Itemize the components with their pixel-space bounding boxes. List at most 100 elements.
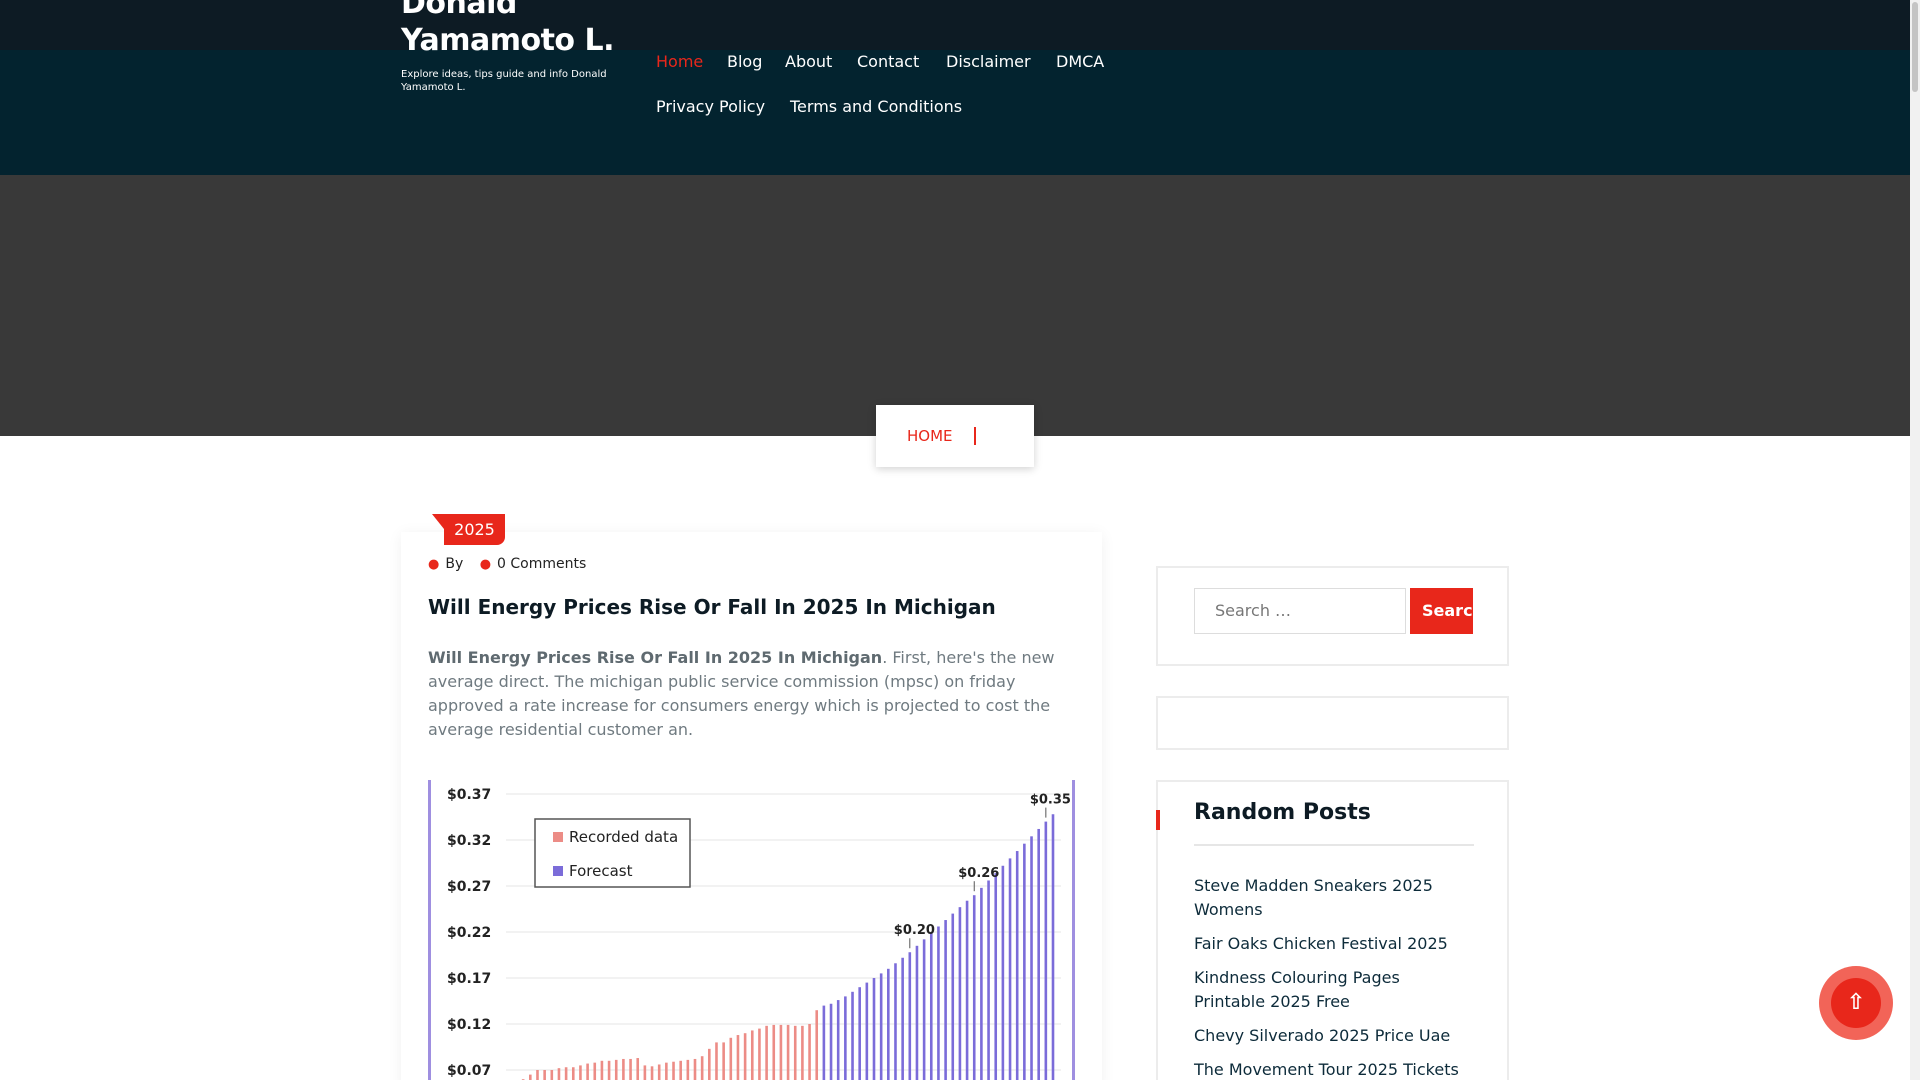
chart-bar-forecast	[915, 945, 919, 1080]
chart-bar-recorded	[579, 1065, 582, 1080]
chart-bar-recorded	[550, 1070, 554, 1080]
chart-bar-recorded	[643, 1065, 647, 1080]
chart-bar-recorded	[586, 1063, 589, 1080]
chart-bar-recorded	[786, 1024, 790, 1080]
chart-bar-forecast	[1023, 843, 1026, 1080]
post-excerpt: Will Energy Prices Rise Or Fall In 2025 …	[428, 646, 1088, 742]
chart-legend-label: Forecast	[569, 862, 633, 880]
chart-bar-recorded	[722, 1042, 725, 1080]
chart-bar-forecast	[994, 873, 998, 1080]
breadcrumb: HOME	[876, 405, 1034, 467]
chart-bar-recorded	[636, 1058, 640, 1080]
chart-bar-forecast	[872, 978, 876, 1080]
random-posts-list: Steve Madden Sneakers 2025 Womens Fair O…	[1194, 874, 1474, 1080]
chart-bar-forecast	[836, 1000, 840, 1080]
chart-bar-forecast	[958, 907, 962, 1080]
nav-terms[interactable]: Terms and Conditions	[790, 97, 962, 116]
chart-bar-recorded	[564, 1067, 568, 1080]
chart-bar-forecast	[851, 991, 854, 1080]
chart-bar-forecast	[1051, 814, 1055, 1080]
chart-bar-recorded	[650, 1066, 654, 1080]
breadcrumb-separator	[974, 427, 976, 445]
chart-bar-forecast	[922, 939, 926, 1080]
chart-bar-recorded	[815, 1010, 819, 1080]
chart-bar-forecast	[1044, 821, 1048, 1080]
chart-bar-recorded	[700, 1056, 704, 1080]
energy-price-chart: $0.37 $0.32 $0.27 $0.22 $0.17 $0.12 $0.07 $0.20…	[447, 787, 1071, 1080]
chart-legend-swatch	[553, 832, 563, 842]
nav-home[interactable]: Home	[656, 52, 703, 71]
chart-bar-forecast	[858, 987, 861, 1080]
chart-bar-forecast	[1008, 858, 1012, 1080]
chart-y-tick-label: $0.17	[447, 971, 491, 987]
chart-bar-forecast	[929, 932, 933, 1080]
chart-bar-forecast	[972, 895, 976, 1080]
nav-privacy-policy[interactable]: Privacy Policy	[656, 97, 765, 116]
chart-bar-recorded	[801, 1025, 804, 1080]
chart-bar-recorded	[614, 1059, 618, 1080]
nav-disclaimer[interactable]: Disclaimer	[946, 52, 1031, 71]
chart-bar-recorded	[529, 1074, 532, 1080]
empty-widget	[1156, 696, 1509, 750]
random-post-link[interactable]: Steve Madden Sneakers 2025 Womens	[1194, 874, 1474, 922]
widget-accent	[1156, 810, 1160, 830]
back-to-top-button[interactable]: ⇧	[1819, 966, 1893, 1040]
scrollbar[interactable]	[1910, 0, 1920, 1080]
post-title[interactable]: Will Energy Prices Rise Or Fall In 2025 …	[428, 595, 1088, 619]
random-posts-widget: Random Posts Steve Madden Sneakers 2025 …	[1156, 780, 1509, 1080]
chart-bar-recorded	[600, 1060, 604, 1080]
arrow-up-icon: ⇧	[1831, 978, 1881, 1028]
random-post-link[interactable]: Fair Oaks Chicken Festival 2025	[1194, 932, 1474, 956]
chart-bar-forecast	[901, 957, 904, 1080]
chart-bar-recorded	[557, 1068, 561, 1080]
chart-bar-recorded	[693, 1058, 697, 1080]
random-post-link[interactable]: Chevy Silverado 2025 Price Uae	[1194, 1024, 1474, 1048]
chart-bar-forecast	[822, 1005, 826, 1080]
page-banner	[0, 175, 1910, 436]
chart-bar-forecast	[1001, 865, 1005, 1080]
nav-about[interactable]: About	[785, 52, 832, 71]
search-button[interactable]: Search	[1410, 588, 1473, 634]
chart-bar-forecast	[951, 913, 955, 1080]
chart-y-tick-label: $0.37	[447, 787, 491, 803]
nav-contact[interactable]: Contact	[857, 52, 919, 71]
site-title[interactable]: Donald Yamamoto L.	[401, 0, 661, 59]
chart-bar-forecast	[1030, 836, 1033, 1080]
search-input[interactable]: Search …	[1194, 588, 1406, 634]
breadcrumb-home[interactable]: HOME	[907, 427, 953, 445]
nav-dmca[interactable]: DMCA	[1056, 52, 1104, 71]
chart-bar-forecast	[879, 973, 883, 1080]
post-category-badge[interactable]: 2025	[432, 514, 505, 545]
chart-y-tick-label: $0.12	[447, 1017, 491, 1033]
chart-bar-recorded	[743, 1033, 747, 1080]
chart-bar-forecast	[844, 996, 847, 1080]
comment-icon: ●	[479, 556, 492, 572]
post-comments-link[interactable]: 0 Comments	[497, 556, 586, 572]
site-tagline: Explore ideas, tips guide and info Donal…	[401, 69, 607, 93]
random-posts-title: Random Posts	[1194, 800, 1371, 825]
random-post-link[interactable]: Kindness Colouring Pages Printable 2025 …	[1194, 966, 1474, 1014]
chart-bar-recorded	[779, 1024, 783, 1080]
chart-bar-forecast	[987, 880, 990, 1080]
nav-blog[interactable]: Blog	[727, 52, 762, 71]
chart-bar-forecast	[908, 952, 912, 1080]
chart-bar-recorded	[593, 1062, 597, 1080]
chart-bar-forecast	[944, 920, 947, 1080]
user-icon: ●	[428, 556, 440, 572]
post-excerpt-bold: Will Energy Prices Rise Or Fall In 2025 …	[428, 648, 883, 667]
widget-divider	[1194, 844, 1474, 846]
post-image-chart: $0.37 $0.32 $0.27 $0.22 $0.17 $0.12 $0.07 $0.20…	[428, 780, 1075, 1080]
chart-bar-recorded	[629, 1058, 632, 1080]
chart-bar-recorded	[607, 1060, 611, 1080]
chart-bar-recorded	[571, 1067, 575, 1080]
post-meta: ● By ● 0 Comments	[428, 556, 586, 572]
scrollbar-thumb[interactable]	[1912, 2, 1918, 92]
chart-bar-recorded	[672, 1061, 675, 1080]
chart-bar-recorded	[686, 1059, 690, 1080]
chart-bar-recorded	[679, 1060, 682, 1080]
chart-bar-forecast	[965, 900, 969, 1080]
random-post-link[interactable]: The Movement Tour 2025 Tickets	[1194, 1058, 1474, 1080]
top-bar	[0, 0, 1910, 50]
chart-bar-forecast	[865, 982, 869, 1080]
chart-y-tick-label: $0.27	[447, 879, 491, 895]
